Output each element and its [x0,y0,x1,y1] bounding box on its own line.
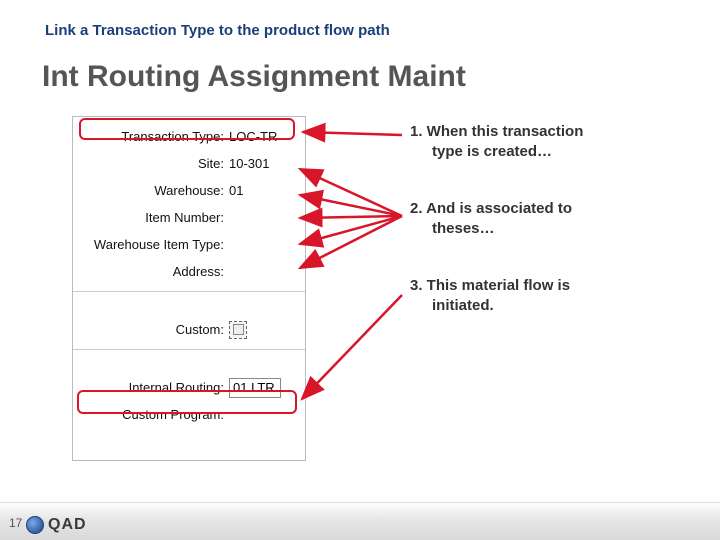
globe-icon [26,516,44,534]
arrow-2d [300,216,402,244]
brand-logo: QAD [26,516,87,534]
note-3-line2: initiated. [410,296,670,316]
label-address: Address: [81,264,229,279]
arrow-2e [300,216,402,268]
row-site: Site: 10-301 [81,150,297,177]
label-custom: Custom: [81,322,229,337]
arrow-2a [300,169,402,216]
note-3-line1: 3. This material flow is [410,276,670,296]
page-number: 17 [9,516,22,530]
footer-bar [0,502,720,540]
note-2-line2: theses… [410,219,670,239]
note-3: 3. This material flow is initiated. [410,276,670,315]
arrow-2b [300,195,402,216]
brand-text: QAD [48,516,87,534]
arrow-1 [303,132,402,135]
arrow-3 [302,295,402,399]
slide-title: Int Routing Assignment Maint [42,60,466,94]
note-2-line1: 2. And is associated to [410,199,670,219]
note-1-line2: type is created… [410,142,670,162]
arrow-2c [300,216,402,218]
label-warehouse-item-type: Warehouse Item Type: [81,237,229,252]
value-site: 10-301 [229,156,269,171]
annotations: 1. When this transaction type is created… [410,122,670,353]
separator [73,349,305,350]
separator [73,291,305,292]
label-warehouse: Warehouse: [81,183,229,198]
custom-checkbox[interactable] [229,321,247,339]
row-address: Address: [81,258,297,285]
slide-subtitle: Link a Transaction Type to the product f… [45,22,390,39]
row-warehouse-item-type: Warehouse Item Type: [81,231,297,258]
highlight-internal-routing [77,390,297,414]
row-warehouse: Warehouse: 01 [81,177,297,204]
note-1-line1: 1. When this transaction [410,122,670,142]
label-item-number: Item Number: [81,210,229,225]
highlight-transaction-type [79,118,295,140]
note-2: 2. And is associated to theses… [410,199,670,238]
row-item-number: Item Number: [81,204,297,231]
row-custom: Custom: [81,316,297,343]
label-site: Site: [81,156,229,171]
value-warehouse: 01 [229,183,243,198]
note-1: 1. When this transaction type is created… [410,122,670,161]
